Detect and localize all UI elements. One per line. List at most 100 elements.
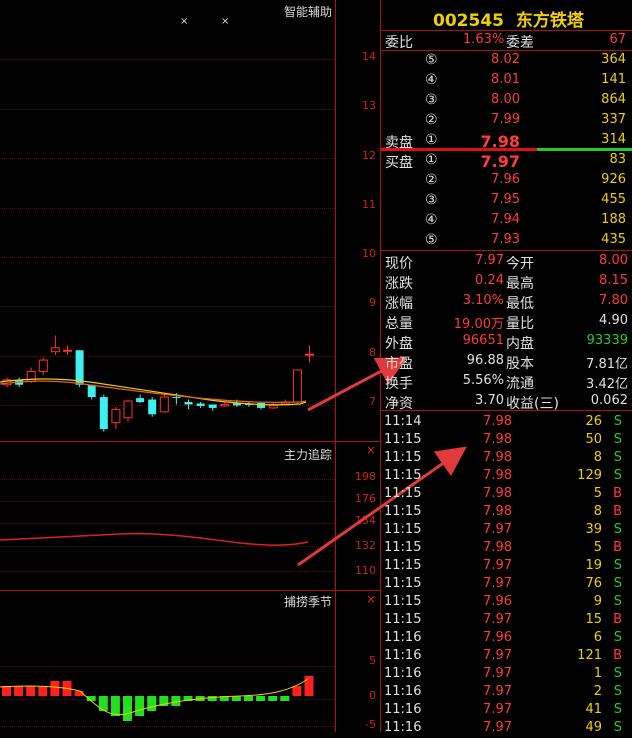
season-bar bbox=[98, 696, 108, 711]
stock-name: 东方铁塔 bbox=[515, 11, 584, 31]
tick-side: S bbox=[613, 702, 622, 717]
tick-volume: 5 bbox=[593, 486, 602, 501]
quote-row: 涨幅 3.10% 最低 7.80 bbox=[381, 293, 632, 312]
order-row-asks: ③ 8.00 864 bbox=[381, 92, 632, 110]
tick-side: S bbox=[613, 720, 622, 735]
quote-row: 涨跌 0.24 最高 8.15 bbox=[381, 273, 632, 292]
quote-value: 19.00万 bbox=[453, 317, 504, 332]
order-volume: 864 bbox=[601, 92, 626, 107]
season-bar bbox=[147, 696, 157, 711]
level-marker: ④ bbox=[425, 212, 438, 228]
tick-time: 11:16 bbox=[384, 702, 422, 717]
level-marker: ⑤ bbox=[425, 232, 438, 248]
tick-side: S bbox=[613, 576, 622, 591]
tick-side: S bbox=[613, 594, 622, 609]
quote-label: 股本 bbox=[506, 356, 534, 372]
candle bbox=[63, 345, 72, 356]
quote-value: 7.97 bbox=[475, 253, 504, 268]
tick-volume: 6 bbox=[593, 630, 602, 645]
season-axis-label: 5 bbox=[369, 654, 376, 667]
tick-volume: 76 bbox=[585, 576, 602, 591]
tick-side: S bbox=[613, 468, 622, 483]
tick-row: 11:16 7.97 2 S bbox=[381, 684, 632, 702]
tick-price: 7.96 bbox=[483, 630, 512, 645]
season-bar bbox=[292, 686, 302, 696]
candle bbox=[136, 394, 145, 403]
quote-label: 涨跌 bbox=[385, 276, 413, 292]
tick-row: 11:15 7.98 50 S bbox=[381, 432, 632, 450]
tick-price: 7.97 bbox=[483, 702, 512, 717]
order-volume: 337 bbox=[601, 112, 626, 127]
candle bbox=[123, 399, 133, 422]
tick-time: 11:15 bbox=[384, 486, 422, 501]
order-row-bids: ③ 7.95 455 bbox=[381, 192, 632, 210]
level-marker: ② bbox=[425, 172, 438, 188]
quote-label: 外盘 bbox=[385, 336, 413, 352]
candle bbox=[148, 397, 157, 417]
quote-label: 现价 bbox=[385, 256, 413, 272]
candle bbox=[50, 335, 60, 356]
tick-time: 11:15 bbox=[384, 522, 422, 537]
quote-label: 量比 bbox=[506, 316, 534, 332]
order-volume: 314 bbox=[601, 132, 626, 147]
tick-row: 11:15 7.98 8 B bbox=[381, 504, 632, 522]
season-bar bbox=[268, 696, 278, 701]
tick-volume: 9 bbox=[593, 594, 602, 609]
quote-value: 0.24 bbox=[475, 273, 504, 288]
quote-value: 96.88 bbox=[466, 353, 504, 368]
season-bar bbox=[280, 696, 290, 701]
tick-volume: 26 bbox=[585, 414, 602, 429]
level-marker: ③ bbox=[425, 192, 438, 208]
order-row-asks: ④ 8.01 141 bbox=[381, 72, 632, 90]
weibi-row: 委比 1.63% 委差 67 bbox=[385, 32, 626, 51]
tick-side: S bbox=[613, 558, 622, 573]
order-price: 8.01 bbox=[491, 72, 520, 87]
tick-volume: 15 bbox=[585, 612, 602, 627]
tick-price: 7.98 bbox=[483, 450, 512, 465]
quote-value: 5.56% bbox=[462, 373, 504, 388]
quote-row: 总量 19.00万 量比 4.90 bbox=[381, 313, 632, 332]
tick-price: 7.98 bbox=[483, 414, 512, 429]
tick-price: 7.96 bbox=[483, 594, 512, 609]
close-season-icon[interactable]: × bbox=[366, 592, 376, 606]
quote-value: 7.80 bbox=[599, 293, 628, 308]
candle bbox=[220, 402, 230, 407]
tick-side: S bbox=[613, 432, 622, 447]
order-row-bids: ④ 7.94 188 bbox=[381, 212, 632, 230]
chart-area[interactable]: 智能辅助 主力追踪 捕捞季节 × × × × 14 13 12 11 10 9 8 7 198… bbox=[0, 0, 467, 732]
season-axis-label: 0 bbox=[369, 689, 376, 702]
spread-bar bbox=[381, 148, 632, 151]
tick-time: 11:16 bbox=[384, 648, 422, 663]
quote-label: 内盘 bbox=[506, 336, 534, 352]
tick-row: 11:15 7.98 5 B bbox=[381, 486, 632, 504]
order-volume: 926 bbox=[601, 172, 626, 187]
candle bbox=[208, 404, 217, 411]
season-bar bbox=[135, 696, 145, 716]
order-volume: 455 bbox=[601, 192, 626, 207]
order-price: 7.99 bbox=[491, 112, 520, 127]
season-bar bbox=[38, 686, 48, 696]
tick-volume: 49 bbox=[585, 720, 602, 735]
tick-row: 11:15 7.98 8 S bbox=[381, 450, 632, 468]
level-marker: ③ bbox=[425, 92, 438, 108]
candle bbox=[196, 402, 205, 408]
tick-price: 7.97 bbox=[483, 684, 512, 699]
candle bbox=[38, 357, 48, 375]
tick-side: S bbox=[613, 666, 622, 681]
tick-price: 7.98 bbox=[483, 468, 512, 483]
main-axis-label: 9 bbox=[369, 296, 376, 309]
tick-price: 7.97 bbox=[483, 558, 512, 573]
quote-value: 96651 bbox=[462, 333, 504, 348]
order-volume: 364 bbox=[601, 52, 626, 67]
tick-volume: 1 bbox=[593, 666, 602, 681]
tick-volume: 121 bbox=[577, 648, 602, 663]
tick-price: 7.98 bbox=[483, 504, 512, 519]
quote-value: 93339 bbox=[586, 333, 628, 348]
season-bar bbox=[244, 696, 253, 701]
order-price: 7.93 bbox=[491, 232, 520, 247]
tick-row: 11:16 7.97 121 B bbox=[381, 648, 632, 666]
quote-value: 3.10% bbox=[462, 293, 504, 308]
tick-time: 11:15 bbox=[384, 468, 422, 483]
tick-time: 11:15 bbox=[384, 558, 422, 573]
candlestick-chart bbox=[0, 335, 314, 432]
